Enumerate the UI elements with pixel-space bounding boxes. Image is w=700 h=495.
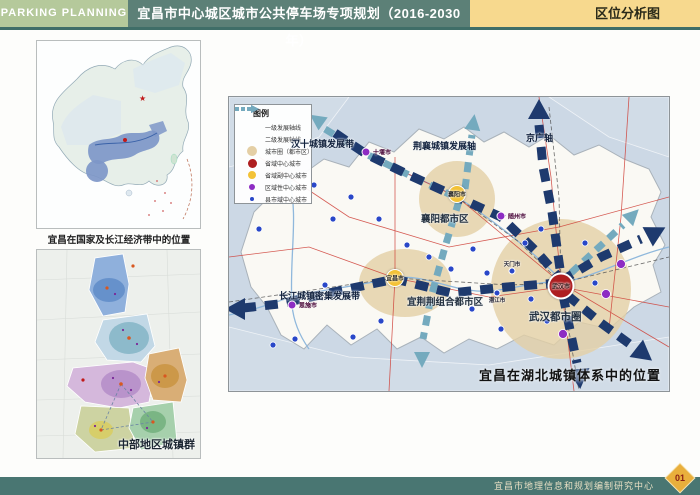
axis-label-hanshi: 汉十城镇发展带 [291,137,354,150]
axis-label-jingxiang: 荆襄城镇发展轴 [413,139,476,152]
city-label-shiyan: 十堰市 [373,148,391,157]
yichang-marker [123,138,127,142]
footer-bar: 宜昌市地理信息和规划编制研究中心 01 [0,477,700,495]
map-legend: 图例 一级发展轴线 二级发展轴线 城市圈（都市区） 省域中心城市 [234,104,312,204]
legend-item-primary-axis: 一级发展轴线 [239,121,307,133]
brand-banner: PARKING PLANNING [0,0,128,27]
legend-label: 省域副中心城市 [265,171,307,180]
china-map-caption: 宜昌在国家及长江经济带中的位置 [30,232,208,246]
provincial-subcenter-symbol [239,171,265,179]
china-map-graphic: ★ [37,41,200,228]
legend-item-provincial-subcenter: 省域副中心城市 [239,169,307,181]
beijing-star-icon: ★ [139,94,146,103]
legend-label: 省域中心城市 [265,159,301,168]
city-label-enshi: 恩施市 [299,301,317,310]
region-label-wuhan-circle: 武汉都市圈 [529,309,582,324]
legend-label: 一级发展轴线 [265,123,301,132]
legend-label: 县市域中心城市 [265,195,307,204]
legend-title: 图例 [253,108,307,119]
region-label-xiangyang-metro: 襄阳都市区 [421,211,469,225]
yichang-dot [81,378,84,381]
provincial-center-symbol [239,159,265,168]
city-label-xiangyang: 襄阳市 [448,190,466,199]
metro-circle-symbol [239,146,265,156]
china-location-map: ★ [36,40,201,229]
legend-item-regional-center: 区域性中心城市 [239,181,307,193]
sheet-name: 区位分析图 [470,0,700,27]
plan-sheet: PARKING PLANNING 宜昌市中心城区城市公共停车场专项规划（2016… [0,0,700,495]
hubei-system-map: 图例 一级发展轴线 二级发展轴线 城市圈（都市区） 省域中心城市 [228,96,670,392]
regional-center-symbol [239,184,265,190]
footer-org-name: 宜昌市地理信息和规划编制研究中心 [494,477,654,495]
central-map-caption: 中部地区城镇群 [118,436,195,452]
legend-label: 区域性中心城市 [265,183,307,192]
legend-item-provincial-center: 省域中心城市 [239,157,307,169]
header-rule [0,27,700,30]
county-center-symbol [239,197,265,201]
city-marker-shiyan [362,148,371,157]
legend-item-county-center: 县市域中心城市 [239,193,307,205]
plan-title: 宜昌市中心城区城市公共停车场专项规划（2016-2030年） [128,0,470,27]
city-label-yichang: 宜昌市 [386,274,404,283]
city-label-tianmen: 天门市 [504,260,521,268]
city-marker-tianmen [509,268,516,275]
city-label-qianjiang: 潜江市 [489,296,506,304]
page-number: 01 [670,468,690,488]
city-marker-enshi [288,301,297,310]
page-number-badge: 01 [666,464,694,492]
city-marker-suizhou [497,212,506,221]
city-label-suizhou: 随州市 [508,212,526,221]
axis-label-jingguang: 京广轴 [526,131,553,144]
central-map-graphic [37,250,200,458]
sheet-name-text: 区位分析图 [595,6,660,21]
main-map-caption: 宜昌在湖北城镇体系中的位置 [479,365,661,384]
central-region-map: 中部地区城镇群 [36,249,201,459]
region-label-yijingjing-metro: 宜荆荆组合都市区 [407,294,483,308]
city-label-wuhan: 武汉市 [552,282,570,291]
